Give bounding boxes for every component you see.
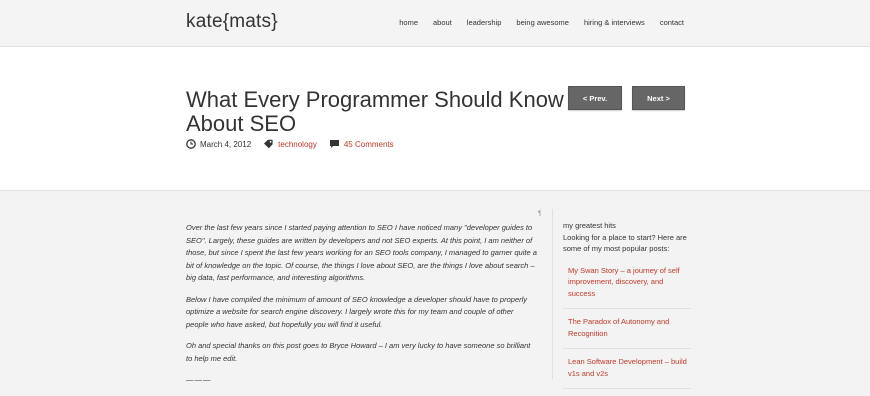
popular-post-link[interactable]: Lean Software Development – build v1s an… — [568, 357, 687, 378]
post-date: March 4, 2012 — [186, 139, 251, 149]
comment-icon — [329, 140, 339, 148]
popular-post-link[interactable]: My Swan Story – a journey of self improv… — [568, 266, 680, 298]
next-post-button[interactable]: Next > — [632, 86, 685, 110]
clock-icon — [186, 139, 196, 149]
post-category: technology — [263, 139, 317, 149]
nav-home[interactable]: home — [399, 18, 418, 27]
tag-icon — [264, 139, 273, 149]
main-nav: home about leadership being awesome hiri… — [399, 18, 684, 27]
post-comments: 45 Comments — [329, 139, 394, 149]
site-logo[interactable]: kate{mats} — [186, 11, 278, 33]
list-item: Lean Software Development – build v1s an… — [563, 355, 691, 389]
post-body: Over the last few years since I started … — [186, 222, 538, 396]
sidebar-intro: Looking for a place to start? Here are s… — [563, 232, 687, 254]
pilcrow-mark: ¶ — [538, 211, 542, 217]
post-title: What Every Programmer Should Know About … — [186, 87, 564, 136]
paragraph: Oh and special thanks on this post goes … — [186, 341, 531, 363]
nav-hiring-interviews[interactable]: hiring & interviews — [584, 18, 645, 27]
sidebar-heading: my greatest hits — [563, 221, 616, 230]
post-header: What Every Programmer Should Know About … — [0, 47, 870, 191]
post-meta: March 4, 2012 technology 45 Comments — [186, 139, 406, 149]
popular-post-link[interactable]: The Paradox of Autonomy and Recognition — [568, 317, 669, 338]
sidebar: my greatest hits Looking for a place to … — [563, 220, 691, 395]
list-item: My Swan Story – a journey of self improv… — [563, 264, 691, 309]
paragraph: Below I have compiled the minimum of amo… — [186, 294, 528, 329]
site-header: kate{mats} home about leadership being a… — [0, 0, 870, 47]
nav-leadership[interactable]: leadership — [467, 18, 502, 27]
sidebar-divider — [552, 209, 553, 379]
list-item: The Paradox of Autonomy and Recognition — [563, 315, 691, 349]
popular-posts-list: My Swan Story – a journey of self improv… — [563, 264, 691, 389]
comments-link[interactable]: 45 Comments — [344, 140, 394, 149]
section-rule: ——— — [186, 375, 212, 384]
paragraph: Over the last few years since I started … — [186, 223, 537, 282]
category-link[interactable]: technology — [278, 140, 317, 149]
prev-post-button[interactable]: < Prev. — [568, 86, 622, 110]
nav-about[interactable]: about — [433, 18, 452, 27]
nav-contact[interactable]: contact — [660, 18, 684, 27]
nav-being-awesome[interactable]: being awesome — [516, 18, 569, 27]
post-date-text: March 4, 2012 — [200, 139, 252, 149]
